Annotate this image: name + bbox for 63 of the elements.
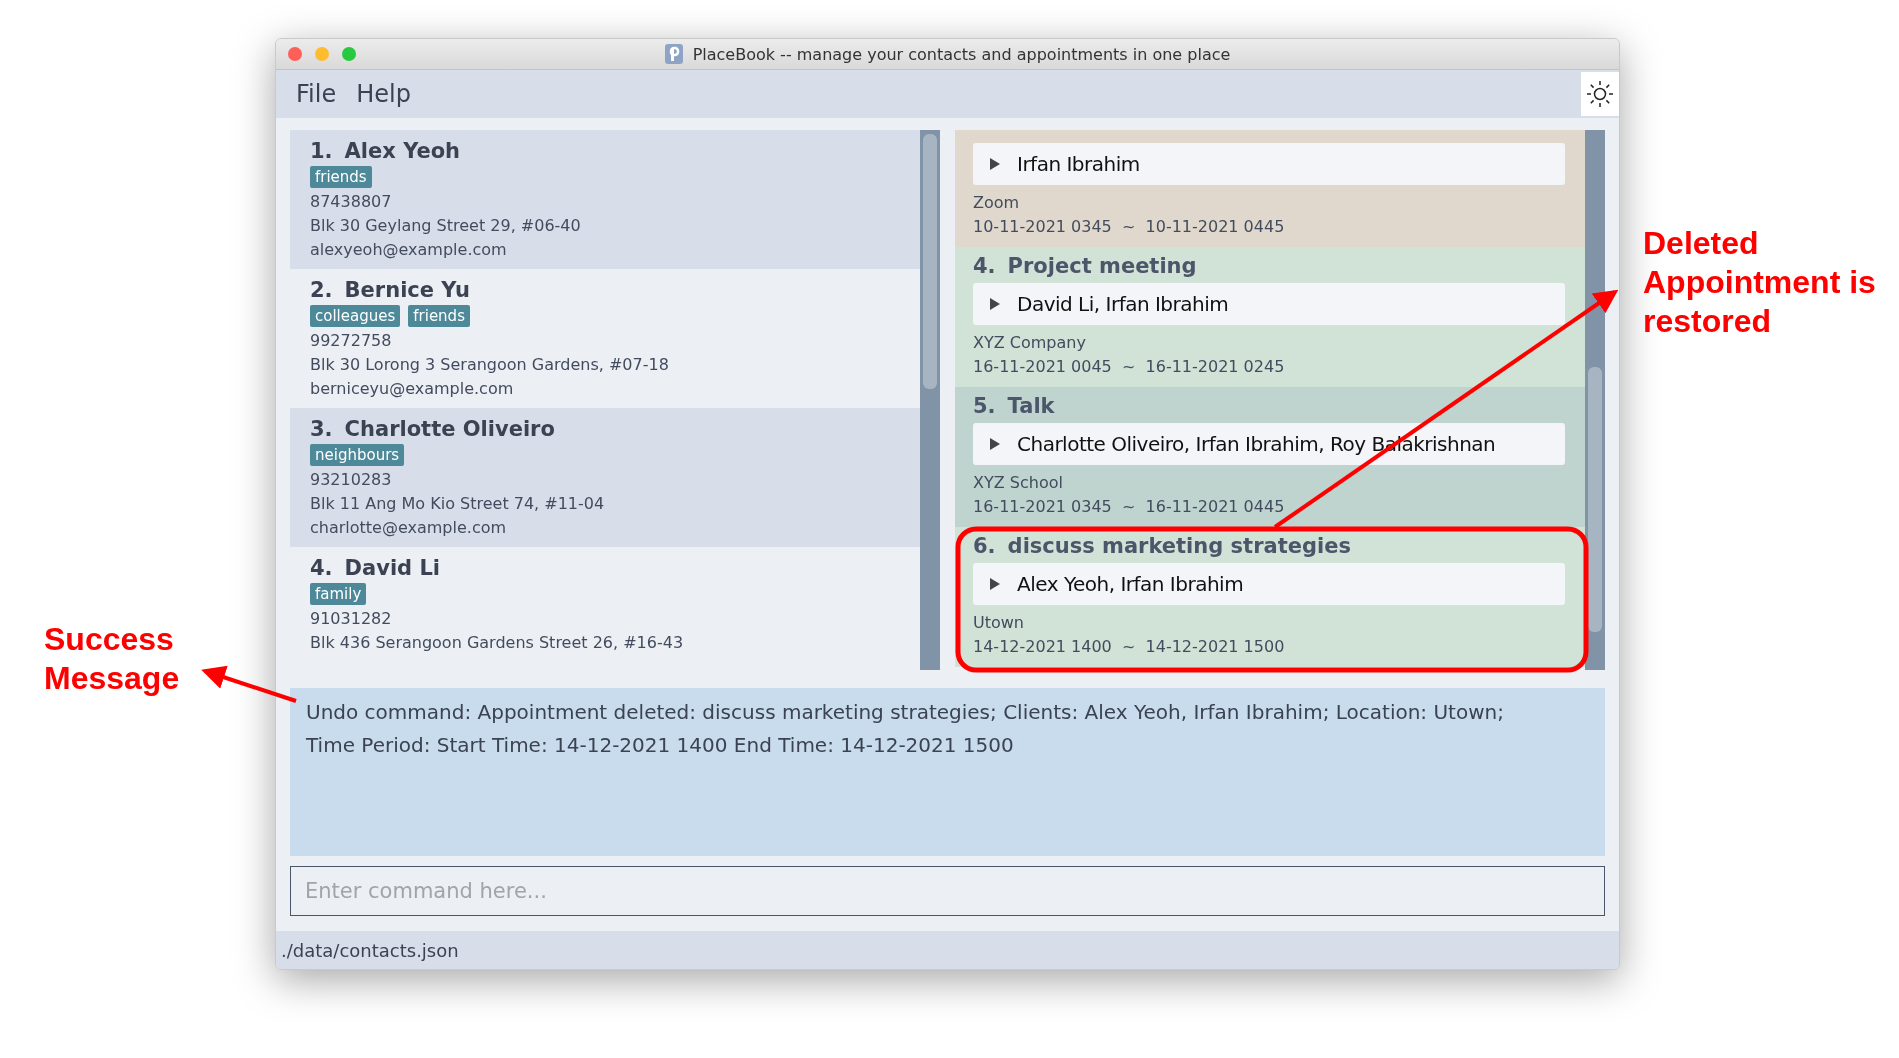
appointment-location: Zoom xyxy=(973,192,1021,214)
contact-name: Bernice Yu xyxy=(344,277,470,303)
contact-address: Blk 30 Lorong 3 Serangoon Gardens, #07-18 xyxy=(310,354,670,376)
caret-right-icon xyxy=(989,297,1001,311)
contact-phone: 91031282 xyxy=(310,608,393,630)
appointment-title: discuss marketing strategies xyxy=(1007,533,1351,559)
contact-name: Alex Yeoh xyxy=(344,138,461,164)
contact-email: berniceyu@example.com xyxy=(310,378,515,400)
contact-name: David Li xyxy=(344,555,440,581)
appointment-location: XYZ Company xyxy=(973,332,1087,354)
appointment-time: 16-11-2021 0045 ~ 16-11-2021 0245 xyxy=(973,356,1286,378)
index-number: 6. xyxy=(973,533,996,559)
contact-email: alexyeoh@example.com xyxy=(310,239,508,261)
contact-address: Blk 11 Ang Mo Kio Street 74, #11-04 xyxy=(310,493,606,515)
contact-name: Charlotte Oliveiro xyxy=(344,416,555,442)
caret-right-icon xyxy=(989,437,1001,451)
tag-label: colleagues xyxy=(310,305,401,327)
tag-label: neighbours xyxy=(310,444,405,466)
contact-email: charlotte@example.com xyxy=(310,517,508,539)
contact-phone: 99272758 xyxy=(310,330,393,352)
clients-dropdown[interactable]: David Li, Irfan Ibrahim xyxy=(973,283,1565,325)
contact-phone: 93210283 xyxy=(310,469,393,491)
tag-label: family xyxy=(310,583,367,605)
close-button[interactable] xyxy=(288,47,302,61)
window-title: PlaceBook -- manage your contacts and appointments in one place xyxy=(692,44,1231,64)
appointment-location: XYZ School xyxy=(973,472,1064,494)
appointment-title: Project meeting xyxy=(1007,253,1197,279)
tag-label: friends xyxy=(310,166,372,188)
caret-right-icon xyxy=(989,577,1001,591)
index-number: 5. xyxy=(973,393,996,419)
appointment-time: 14-12-2021 1400 ~ 14-12-2021 1500 xyxy=(973,636,1286,658)
annotation-label: Success Message xyxy=(44,620,181,698)
index-number: 1. xyxy=(310,138,333,164)
caret-right-icon xyxy=(989,157,1001,171)
contact-address: Blk 30 Geylang Street 29, #06-40 xyxy=(310,215,582,237)
sun-icon xyxy=(1586,80,1614,108)
file-path: ./data/contacts.json xyxy=(281,939,459,961)
clients-dropdown[interactable]: Alex Yeoh, Irfan Ibrahim xyxy=(973,563,1565,605)
command-input-field[interactable]: Enter command here... xyxy=(290,866,1605,916)
menu-item[interactable]: Help xyxy=(350,76,417,112)
index-number: 3. xyxy=(310,416,333,442)
contact-address: Blk 436 Serangoon Gardens Street 26, #16-43 xyxy=(310,632,685,654)
contact-phone: 87438807 xyxy=(310,191,393,213)
result-message: Undo command: Appointment deleted: discuss marketing strategies; Clients: Alex Yeoh, Irfan Ibrahim; Location: Utown; Time Period: Start Time: 14-12-2021 1400 End Time: 14-12-2021 1500 xyxy=(306,699,1505,759)
scrollbar-thumb[interactable] xyxy=(1588,367,1602,632)
zoom-button[interactable] xyxy=(342,47,356,61)
app-icon xyxy=(664,44,683,64)
theme-toggle-button[interactable] xyxy=(1581,72,1619,116)
appointment-title: Talk xyxy=(1007,393,1055,419)
tag-label: friends xyxy=(408,305,470,327)
appointment-time: 16-11-2021 0345 ~ 16-11-2021 0445 xyxy=(973,496,1286,518)
clients-dropdown[interactable]: Irfan Ibrahim xyxy=(973,143,1565,185)
minimize-button[interactable] xyxy=(315,47,329,61)
annotation-label: Deleted Appointment is restored xyxy=(1643,224,1877,341)
appointment-location: Utown xyxy=(973,612,1025,634)
scrollbar-thumb[interactable] xyxy=(923,134,937,389)
appointment-time: 10-11-2021 0345 ~ 10-11-2021 0445 xyxy=(973,216,1286,238)
index-number: 2. xyxy=(310,277,333,303)
index-number: 4. xyxy=(310,555,333,581)
scrollbar[interactable] xyxy=(920,130,940,670)
scrollbar[interactable] xyxy=(1585,130,1605,670)
menu-item[interactable]: File xyxy=(290,76,343,112)
index-number: 4. xyxy=(973,253,996,279)
